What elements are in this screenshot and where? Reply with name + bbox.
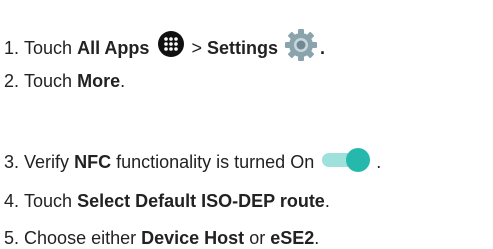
step-3: 3. Verify NFC functionality is turned On… <box>4 147 382 175</box>
ese2-label: eSE2 <box>270 228 315 248</box>
step-number: 1. <box>4 38 20 58</box>
step-period: . <box>324 191 330 211</box>
toggle-on-icon <box>320 147 372 173</box>
step-4: 4. Touch Select Default ISO-DEP route . <box>4 190 330 212</box>
more-label: More <box>77 71 121 91</box>
step-text: Choose either <box>24 228 137 248</box>
step-text: Touch <box>24 38 73 58</box>
step-text-suffix: functionality is turned On <box>116 152 315 172</box>
step-1: 1. Touch All Apps > Settings . <box>4 29 325 67</box>
nfc-label: NFC <box>74 152 112 172</box>
settings-label: Settings <box>206 38 278 58</box>
separator-chevron: > <box>191 38 202 58</box>
all-apps-label: All Apps <box>77 38 150 58</box>
step-5: 5. Choose either Device Host or eSE2 . <box>4 227 319 249</box>
step-number: 5. <box>4 228 20 248</box>
step-period: . <box>319 38 325 58</box>
step-text: Touch <box>24 191 73 211</box>
settings-gear-icon <box>282 26 320 64</box>
device-host-label: Device Host <box>141 228 245 248</box>
step-text: Touch <box>24 71 73 91</box>
step-text: Verify <box>24 152 70 172</box>
iso-dep-route-label: Select Default ISO-DEP route <box>77 191 325 211</box>
all-apps-icon <box>157 30 185 58</box>
step-2: 2. Touch More . <box>4 70 125 92</box>
step-period: . <box>120 71 126 91</box>
step-period: . <box>376 152 382 172</box>
step-text-or: or <box>249 228 266 248</box>
step-number: 2. <box>4 71 20 91</box>
step-period: . <box>314 228 320 248</box>
step-number: 3. <box>4 152 20 172</box>
step-number: 4. <box>4 191 20 211</box>
